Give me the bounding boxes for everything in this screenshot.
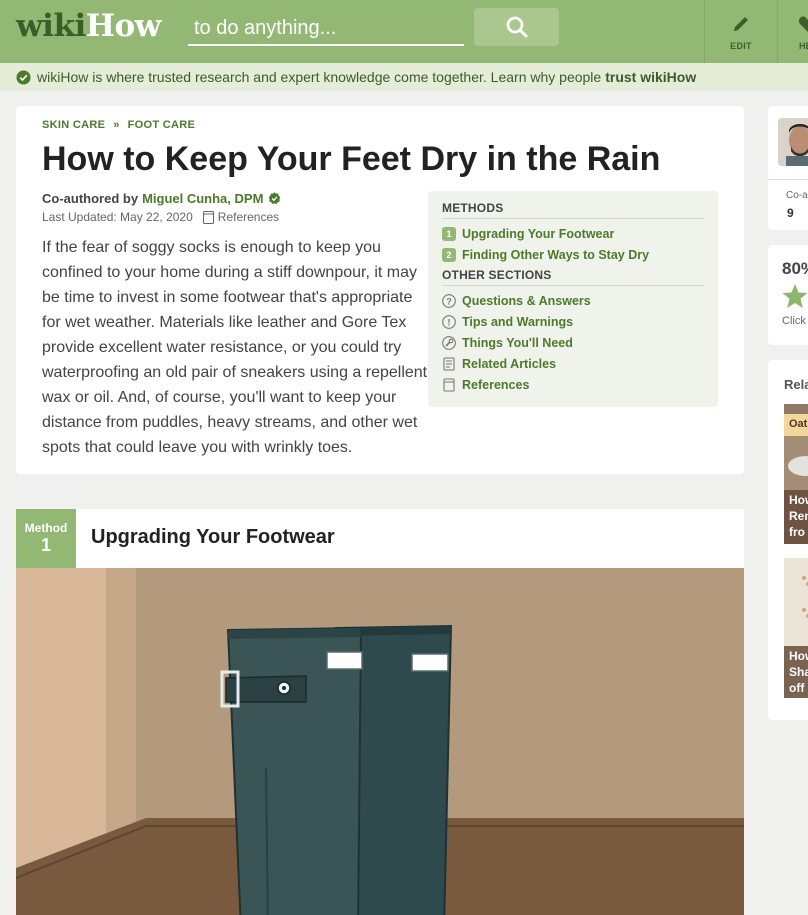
references-link[interactable]: References — [202, 210, 280, 224]
toc-item-label: Questions & Answers — [462, 293, 591, 308]
top-navigation-bar: wikiHow EDIT HEL — [0, 0, 808, 63]
related-article-thumb[interactable]: Oat How Rem fro — [784, 404, 808, 544]
edit-button[interactable]: EDIT — [705, 0, 777, 63]
thumb-title-line: fro — [789, 525, 805, 539]
logo-wiki-text: wiki — [16, 8, 86, 44]
references-link-label: References — [217, 210, 280, 224]
svg-text:!: ! — [448, 317, 451, 327]
related-articles-card: Rela Oat How Rem fro How Sha off — [768, 360, 808, 720]
card-divider — [768, 179, 808, 180]
thumb-title-line: How — [789, 649, 808, 663]
trust-wikihow-link[interactable]: trust wikiHow — [605, 69, 696, 85]
logo-how-text: How — [85, 8, 162, 44]
coauthor-photo — [778, 118, 808, 166]
references-icon — [443, 377, 455, 392]
rating-click-text: Click — [782, 315, 806, 327]
last-updated-line: Last Updated: May 22, 2020 References — [42, 210, 279, 224]
method-number-badge: 1 — [442, 226, 456, 241]
last-updated-text: Last Updated: May 22, 2020 — [42, 210, 193, 224]
references-icon — [202, 210, 214, 224]
search-button[interactable] — [474, 8, 559, 46]
breadcrumb-skin-care[interactable]: SKIN CARE — [42, 119, 105, 131]
search-input[interactable] — [188, 12, 464, 46]
verified-check-icon — [16, 69, 31, 85]
toc-things-youll-need[interactable]: Things You'll Need — [442, 332, 704, 353]
method-badge-number: 1 — [40, 535, 51, 555]
toc-questions-answers[interactable]: ? Questions & Answers — [442, 290, 704, 311]
toc-method-1[interactable]: 1 Upgrading Your Footwear — [442, 223, 704, 244]
coauthor-count: 9 — [787, 206, 794, 220]
wikihow-logo[interactable]: wikiHow — [16, 8, 161, 44]
toc-item-label: Upgrading Your Footwear — [462, 226, 615, 241]
coauthor-label: Co-a — [786, 190, 808, 201]
wrench-icon — [442, 335, 456, 350]
page-title: How to Keep Your Feet Dry in the Rain — [42, 140, 661, 178]
avatar[interactable] — [778, 118, 808, 166]
edit-label: EDIT — [730, 40, 752, 51]
rain-boots-illustration[interactable] — [16, 568, 744, 915]
coauthor-card: Co-a 9 — [768, 106, 808, 230]
method-badge-label: Method — [24, 521, 68, 535]
toc-methods-heading: METHODS — [442, 201, 704, 219]
method-section: Method 1 Upgrading Your Footwear — [16, 509, 744, 915]
question-icon: ? — [442, 293, 456, 308]
thumb-title-line: Rem — [789, 509, 808, 523]
breadcrumb: SKIN CARE » FOOT CARE — [42, 119, 195, 131]
trust-banner: wikiHow is where trusted research and ex… — [0, 63, 808, 91]
toc-item-label: Things You'll Need — [462, 335, 573, 350]
toc-item-label: Finding Other Ways to Stay Dry — [462, 247, 650, 262]
thumb-title-line: Sha — [789, 665, 808, 679]
article-intro-card: SKIN CARE » FOOT CARE How to Keep Your Fee… — [16, 106, 744, 474]
rating-percent: 80% — [782, 259, 808, 278]
help-button[interactable]: HEL — [778, 0, 808, 63]
thumb-title-line: How — [789, 493, 808, 507]
warning-icon: ! — [442, 314, 456, 329]
related-heading: Rela — [784, 377, 808, 392]
toc-tips-warnings[interactable]: ! Tips and Warnings — [442, 311, 704, 332]
toc-related-articles[interactable]: Related Articles — [442, 353, 704, 374]
toc-item-label: Tips and Warnings — [462, 314, 574, 329]
author-link[interactable]: Miguel Cunha, DPM — [142, 191, 263, 206]
trust-banner-text: wikiHow is where trusted research and ex… — [37, 69, 602, 85]
toc-item-label: Related Articles — [462, 356, 557, 371]
heart-icon — [798, 16, 808, 32]
boots-illustration-svg — [16, 568, 744, 915]
table-of-contents: METHODS 1 Upgrading Your Footwear 2 Find… — [428, 191, 718, 407]
breadcrumb-foot-care[interactable]: FOOT CARE — [128, 119, 195, 131]
rating-card: 80% Click — [768, 245, 808, 345]
expert-badge-icon — [269, 192, 281, 205]
toc-method-2[interactable]: 2 Finding Other Ways to Stay Dry — [442, 244, 704, 265]
thumb-title-line: off — [789, 681, 805, 695]
method-title: Upgrading Your Footwear — [91, 526, 335, 548]
toc-other-heading: OTHER SECTIONS — [442, 268, 704, 286]
related-icon — [443, 356, 455, 371]
svg-text:?: ? — [446, 296, 452, 306]
coauthor-line: Co-authored by Miguel Cunha, DPM — [42, 191, 281, 206]
toc-item-label: References — [462, 377, 530, 392]
pencil-icon — [734, 16, 748, 31]
method-number-badge: 2 — [442, 247, 456, 262]
coauthored-prefix: Co-authored by — [42, 191, 139, 206]
breadcrumb-separator: » — [113, 119, 120, 131]
star-icon[interactable] — [782, 283, 808, 309]
related-article-thumb[interactable]: How Sha off — [784, 558, 808, 698]
search-icon — [506, 16, 527, 38]
help-label: HEL — [799, 40, 808, 51]
intro-paragraph: If the fear of soggy socks is enough to … — [42, 239, 428, 456]
toc-references[interactable]: References — [442, 374, 704, 395]
method-badge: Method 1 — [16, 509, 76, 568]
